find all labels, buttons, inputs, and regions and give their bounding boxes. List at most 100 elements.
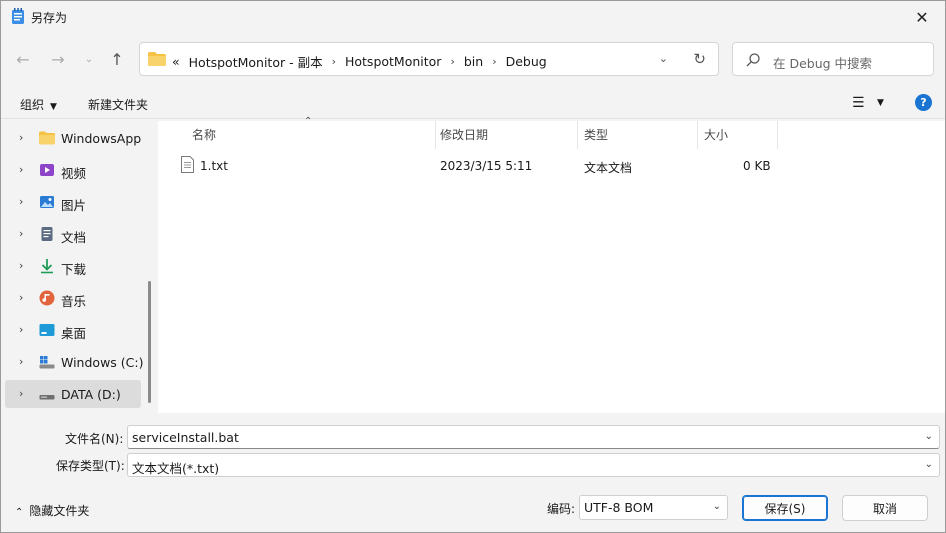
sidebar-item-label: 音乐 bbox=[61, 294, 87, 309]
caret-down-icon[interactable]: ▼ bbox=[877, 98, 884, 108]
hide-folders-button[interactable]: ⌃ 隐藏文件夹 bbox=[15, 502, 89, 519]
chevron-down-icon: ⌄ bbox=[84, 53, 94, 65]
sidebar-item-music[interactable]: › 音乐 bbox=[5, 284, 141, 312]
column-header-name[interactable]: 名称 ⌃ bbox=[192, 116, 436, 149]
column-header-size[interactable]: 大小 bbox=[704, 121, 774, 149]
column-header-label: 修改日期 bbox=[440, 128, 489, 142]
sidebar-item-label: 文档 bbox=[61, 230, 87, 245]
sidebar-item-documents[interactable]: › 文档 bbox=[5, 220, 141, 248]
back-arrow-icon: ← bbox=[16, 49, 30, 69]
close-button[interactable]: ✕ bbox=[899, 1, 945, 33]
save-button[interactable]: 保存(S) bbox=[742, 495, 828, 521]
sidebar-item-windows-c[interactable]: › Windows (C:) bbox=[5, 348, 144, 376]
organize-button[interactable]: 组织 ▼ bbox=[20, 96, 57, 113]
breadcrumb-item[interactable]: bin bbox=[464, 54, 483, 69]
file-name: 1.txt bbox=[200, 159, 228, 173]
sidebar-item-label: 下载 bbox=[61, 262, 87, 277]
filename-input[interactable]: serviceInstall.bat ⌄ bbox=[127, 425, 940, 449]
sidebar-item-pictures[interactable]: › 图片 bbox=[5, 188, 141, 216]
up-arrow-icon: ↑ bbox=[110, 49, 124, 69]
drive-icon bbox=[39, 395, 55, 400]
up-button[interactable]: ↑ bbox=[103, 45, 131, 73]
desktop-icon bbox=[39, 324, 55, 336]
column-divider[interactable] bbox=[435, 121, 436, 149]
chevron-right-icon[interactable]: › bbox=[19, 387, 23, 400]
window-title: 另存为 bbox=[31, 11, 68, 25]
breadcrumb: « HotspotMonitor - 副本 › HotspotMonitor ›… bbox=[172, 52, 547, 71]
search-placeholder: 在 Debug 中搜索 bbox=[773, 56, 873, 71]
chevron-right-icon: › bbox=[450, 55, 455, 68]
sidebar-item-videos[interactable]: › 视频 bbox=[5, 156, 141, 184]
chevron-right-icon[interactable]: › bbox=[19, 131, 23, 144]
file-type: 文本文档 bbox=[584, 161, 633, 175]
documents-icon bbox=[41, 227, 53, 241]
column-header-date[interactable]: 修改日期 bbox=[440, 121, 578, 149]
chevron-down-icon[interactable]: ⌄ bbox=[925, 459, 933, 470]
breadcrumb-item[interactable]: Debug bbox=[506, 54, 547, 69]
chevron-right-icon[interactable]: › bbox=[19, 323, 23, 336]
encoding-select[interactable]: UTF-8 BOM ⌄ bbox=[579, 495, 728, 520]
chevron-up-icon: ⌃ bbox=[15, 507, 24, 518]
chevron-right-icon: › bbox=[492, 55, 497, 68]
search-icon bbox=[746, 53, 760, 67]
chevron-right-icon[interactable]: › bbox=[19, 355, 23, 368]
filename-label: 文件名(N): bbox=[65, 432, 124, 446]
sidebar-item-data-d[interactable]: › DATA (D:) bbox=[5, 380, 141, 408]
column-header-label: 大小 bbox=[704, 128, 729, 142]
folder-icon bbox=[148, 52, 166, 66]
refresh-icon[interactable]: ↻ bbox=[693, 50, 706, 68]
sidebar-item-label: 图片 bbox=[61, 198, 87, 213]
caret-down-icon: ▼ bbox=[50, 102, 57, 112]
chevron-down-icon[interactable]: ⌄ bbox=[925, 431, 933, 442]
column-divider[interactable] bbox=[577, 121, 578, 149]
sidebar-scrollbar[interactable] bbox=[148, 281, 151, 403]
breadcrumb-overflow[interactable]: « bbox=[172, 54, 180, 69]
address-bar[interactable]: « HotspotMonitor - 副本 › HotspotMonitor ›… bbox=[139, 42, 719, 76]
sidebar-item-downloads[interactable]: › 下载 bbox=[5, 252, 141, 280]
notepad-icon bbox=[12, 8, 24, 24]
column-header-type[interactable]: 类型 bbox=[584, 121, 696, 149]
filetype-value: 文本文档(*.txt) bbox=[132, 461, 220, 476]
column-divider[interactable] bbox=[777, 121, 778, 149]
sidebar-item-label: WindowsApp bbox=[61, 131, 142, 146]
new-folder-button[interactable]: 新建文件夹 bbox=[88, 96, 148, 113]
chevron-right-icon[interactable]: › bbox=[19, 291, 23, 304]
encoding-value: UTF-8 BOM bbox=[584, 500, 654, 515]
sidebar-item-label: Windows (C:) bbox=[61, 355, 144, 370]
chevron-down-icon[interactable]: ⌄ bbox=[713, 501, 721, 512]
chevron-right-icon[interactable]: › bbox=[19, 259, 23, 272]
chevron-right-icon[interactable]: › bbox=[19, 227, 23, 240]
close-icon: ✕ bbox=[915, 7, 929, 27]
text-file-icon bbox=[181, 156, 194, 173]
chevron-right-icon: › bbox=[331, 55, 336, 68]
organize-label: 组织 bbox=[20, 98, 45, 112]
title-bar: 另存为 ✕ bbox=[1, 1, 945, 33]
command-bar: 组织 ▼ 新建文件夹 ☰ ▼ ? bbox=[1, 87, 945, 119]
breadcrumb-item[interactable]: HotspotMonitor bbox=[345, 54, 441, 69]
folder-icon bbox=[39, 131, 55, 145]
help-icon[interactable]: ? bbox=[915, 94, 932, 111]
filetype-select[interactable]: 文本文档(*.txt) ⌄ bbox=[127, 453, 940, 477]
chevron-right-icon[interactable]: › bbox=[19, 163, 23, 176]
breadcrumb-item[interactable]: HotspotMonitor - 副本 bbox=[189, 52, 323, 71]
recent-locations-button[interactable]: ⌄ bbox=[75, 45, 103, 73]
column-header-label: 名称 bbox=[192, 128, 217, 142]
sidebar-item-windowsapp[interactable]: › WindowsApp bbox=[5, 124, 141, 152]
file-date: 2023/3/15 5:11 bbox=[440, 159, 533, 173]
view-options-icon[interactable]: ☰ bbox=[852, 95, 865, 111]
file-size: 0 KB bbox=[743, 159, 771, 173]
chevron-right-icon[interactable]: › bbox=[19, 195, 23, 208]
file-list: 名称 ⌃ 修改日期 类型 大小 1.txt 2023/3/15 5:11 文本文… bbox=[158, 116, 945, 413]
download-icon bbox=[41, 259, 53, 274]
filename-value: serviceInstall.bat bbox=[132, 430, 239, 445]
music-icon bbox=[39, 290, 55, 306]
back-button[interactable]: ← bbox=[9, 45, 37, 73]
search-box[interactable]: 在 Debug 中搜索 bbox=[732, 42, 934, 76]
column-divider[interactable] bbox=[697, 121, 698, 149]
sidebar-item-desktop[interactable]: › 桌面 bbox=[5, 316, 141, 344]
file-row[interactable]: 1.txt 2023/3/15 5:11 文本文档 0 KB bbox=[158, 152, 798, 178]
forward-button[interactable]: → bbox=[44, 45, 72, 73]
new-folder-label: 新建文件夹 bbox=[88, 98, 149, 112]
address-dropdown-icon[interactable]: ⌄ bbox=[659, 52, 668, 65]
cancel-button[interactable]: 取消 bbox=[842, 495, 928, 521]
